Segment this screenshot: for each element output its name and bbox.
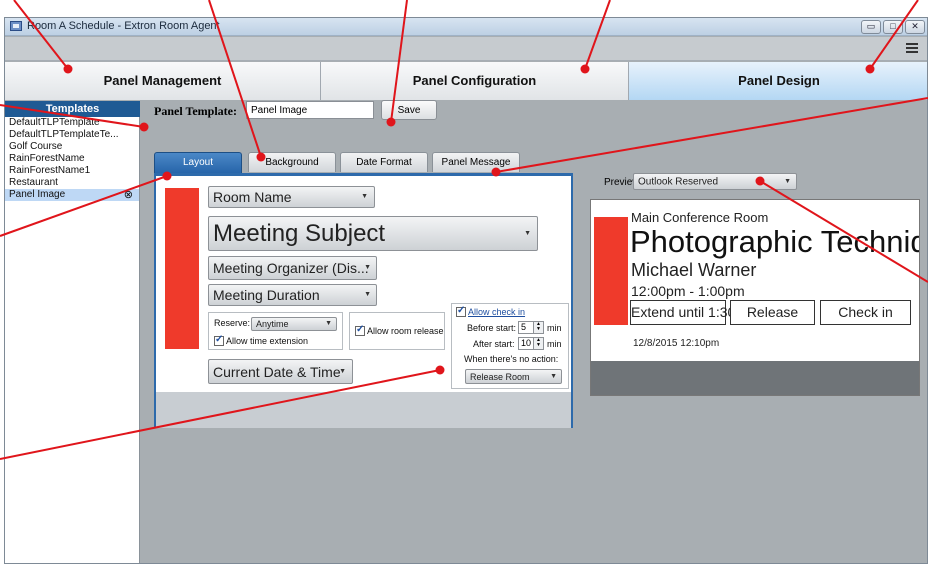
preview-value: Outlook Reserved — [638, 176, 719, 187]
tab-panel-management[interactable]: Panel Management — [5, 62, 321, 100]
allow-check-in-label: Allow check in — [468, 307, 526, 317]
preview-meeting-subject: Photographic Techniq... — [630, 224, 919, 259]
current-date-time-label: Current Date & Time — [213, 363, 341, 380]
menu-bar — [5, 37, 927, 61]
template-item-selected[interactable]: Panel Image ⊗ — [5, 189, 139, 201]
template-label: Restaurant — [9, 177, 58, 188]
template-item[interactable]: RainForestName — [5, 153, 139, 165]
tab-panel-design[interactable]: Panel Design — [629, 62, 927, 100]
meeting-duration-label: Meeting Duration — [213, 287, 320, 303]
no-action-dropdown[interactable]: Release Room ▼ — [465, 369, 562, 384]
dropdown-arrow-icon: ▼ — [550, 372, 557, 380]
before-start-label: Before start: — [467, 323, 517, 333]
template-item[interactable]: RainForestName1 — [5, 165, 139, 177]
tab-layout[interactable]: Layout — [154, 152, 242, 174]
save-button[interactable]: Save — [381, 100, 437, 120]
meeting-duration-dropdown[interactable]: Meeting Duration ▼ — [208, 284, 377, 306]
meeting-organizer-label: Meeting Organizer (Dis... — [213, 260, 369, 276]
current-date-time-dropdown[interactable]: Current Date & Time ▼ — [208, 359, 353, 384]
dropdown-arrow-icon: ▼ — [339, 367, 346, 375]
no-action-value: Release Room — [470, 371, 530, 382]
preview-dropdown[interactable]: Outlook Reserved ▼ — [633, 173, 797, 190]
allow-room-release-option[interactable]: Allow room release — [355, 324, 444, 336]
room-release-group: Allow room release — [349, 312, 445, 350]
stepper-arrows-icon[interactable]: ▲ ▼ — [533, 338, 543, 349]
reserve-label: Reserve: — [214, 318, 251, 328]
window-title: Room A Schedule - Extron Room Agent — [27, 20, 220, 32]
panel-template-label: Panel Template: — [154, 104, 237, 118]
stepper-arrows-icon[interactable]: ▲ ▼ — [533, 322, 543, 333]
after-start-stepper[interactable]: 10 ▲ ▼ — [518, 337, 544, 350]
template-item[interactable]: Golf Course — [5, 141, 139, 153]
templates-header: Templates — [5, 101, 140, 117]
template-item[interactable]: Restaurant — [5, 177, 139, 189]
preview-check-in-button: Check in — [820, 300, 911, 325]
template-label: RainForestName1 — [9, 165, 91, 176]
preview-room-name: Main Conference Room — [631, 210, 769, 225]
preview-accent-bar — [594, 217, 628, 325]
template-item[interactable]: DefaultTLPTemplate — [5, 117, 139, 129]
dropdown-arrow-icon: ▼ — [325, 320, 332, 327]
tab-panel-configuration[interactable]: Panel Configuration — [321, 62, 629, 100]
close-button[interactable]: ✕ — [905, 20, 925, 34]
allow-time-extension-checkbox[interactable] — [214, 334, 224, 346]
dropdown-arrow-icon: ▼ — [364, 291, 371, 298]
panel-template-input[interactable] — [246, 101, 374, 119]
templates-list: DefaultTLPTemplate DefaultTLPTemplateTe.… — [5, 117, 140, 563]
preview-current-date: 12/8/2015 12:10pm — [633, 338, 720, 349]
allow-time-extension-label: Allow time extension — [226, 336, 309, 346]
allow-check-in-option[interactable]: Allow check in — [456, 305, 526, 317]
reserve-dropdown[interactable]: Anytime ▼ — [251, 317, 337, 331]
dropdown-arrow-icon: ▼ — [361, 193, 368, 200]
minimize-button[interactable]: ▭ — [861, 20, 881, 34]
before-start-stepper[interactable]: 5 ▲ ▼ — [518, 321, 544, 334]
dropdown-arrow-icon: ▼ — [784, 177, 791, 185]
preview-footer-strip — [591, 361, 919, 395]
before-start-value: 5 — [521, 322, 527, 332]
remove-template-icon[interactable]: ⊗ — [124, 189, 133, 201]
preview-time: 12:00pm - 1:00pm — [631, 283, 745, 299]
preview-extend-button: Extend until 1:30 — [630, 300, 735, 325]
meeting-organizer-dropdown[interactable]: Meeting Organizer (Dis... ▼ — [208, 256, 377, 280]
allow-time-extension-option[interactable]: Allow time extension — [214, 334, 309, 346]
reserve-options-group: Reserve: Anytime ▼ Allow time extension — [208, 312, 343, 350]
no-action-label: When there's no action: — [464, 354, 559, 364]
layout-footer-strip — [156, 392, 571, 428]
template-label: DefaultTLPTemplateTe... — [9, 129, 119, 140]
panel-preview: Main Conference Room Photographic Techni… — [590, 199, 920, 396]
preview-organizer: Michael Warner — [631, 260, 757, 280]
tab-background[interactable]: Background — [248, 152, 336, 172]
preview-release-button: Release — [730, 300, 815, 325]
after-start-label: After start: — [473, 339, 515, 349]
check-in-group: Allow check in Before start: 5 ▲▼ min Af… — [451, 303, 569, 389]
allow-room-release-checkbox[interactable] — [355, 324, 365, 336]
template-label: Golf Course — [9, 141, 63, 152]
app-icon — [10, 21, 22, 31]
meeting-subject-dropdown[interactable]: Meeting Subject ▼ — [208, 216, 538, 251]
dropdown-arrow-icon: ▼ — [364, 264, 371, 271]
reserve-value: Anytime — [256, 319, 289, 329]
title-bar: Room A Schedule - Extron Room Agent ▭ □ … — [5, 18, 927, 36]
room-name-dropdown[interactable]: Room Name ▼ — [208, 186, 375, 208]
tab-panel-message[interactable]: Panel Message — [432, 152, 520, 172]
allow-room-release-label: Allow room release — [367, 326, 444, 336]
after-start-value: 10 — [521, 338, 532, 348]
after-start-unit: min — [547, 339, 562, 349]
layout-panel: Room Name ▼ Meeting Subject ▼ Meeting Or… — [154, 173, 573, 428]
layout-accent-bar — [165, 188, 199, 349]
template-label: Panel Image — [9, 189, 66, 200]
hamburger-menu-icon[interactable] — [906, 43, 918, 53]
meeting-subject-label: Meeting Subject — [213, 219, 386, 247]
dropdown-arrow-icon: ▼ — [524, 229, 531, 237]
template-item[interactable]: DefaultTLPTemplateTe... — [5, 129, 139, 141]
maximize-button[interactable]: □ — [883, 20, 903, 34]
before-start-unit: min — [547, 323, 562, 333]
room-name-label: Room Name — [213, 189, 292, 205]
template-label: DefaultTLPTemplate — [9, 117, 100, 128]
tab-date-format[interactable]: Date Format — [340, 152, 428, 172]
allow-check-in-checkbox[interactable] — [456, 305, 466, 317]
template-label: RainForestName — [9, 153, 85, 164]
